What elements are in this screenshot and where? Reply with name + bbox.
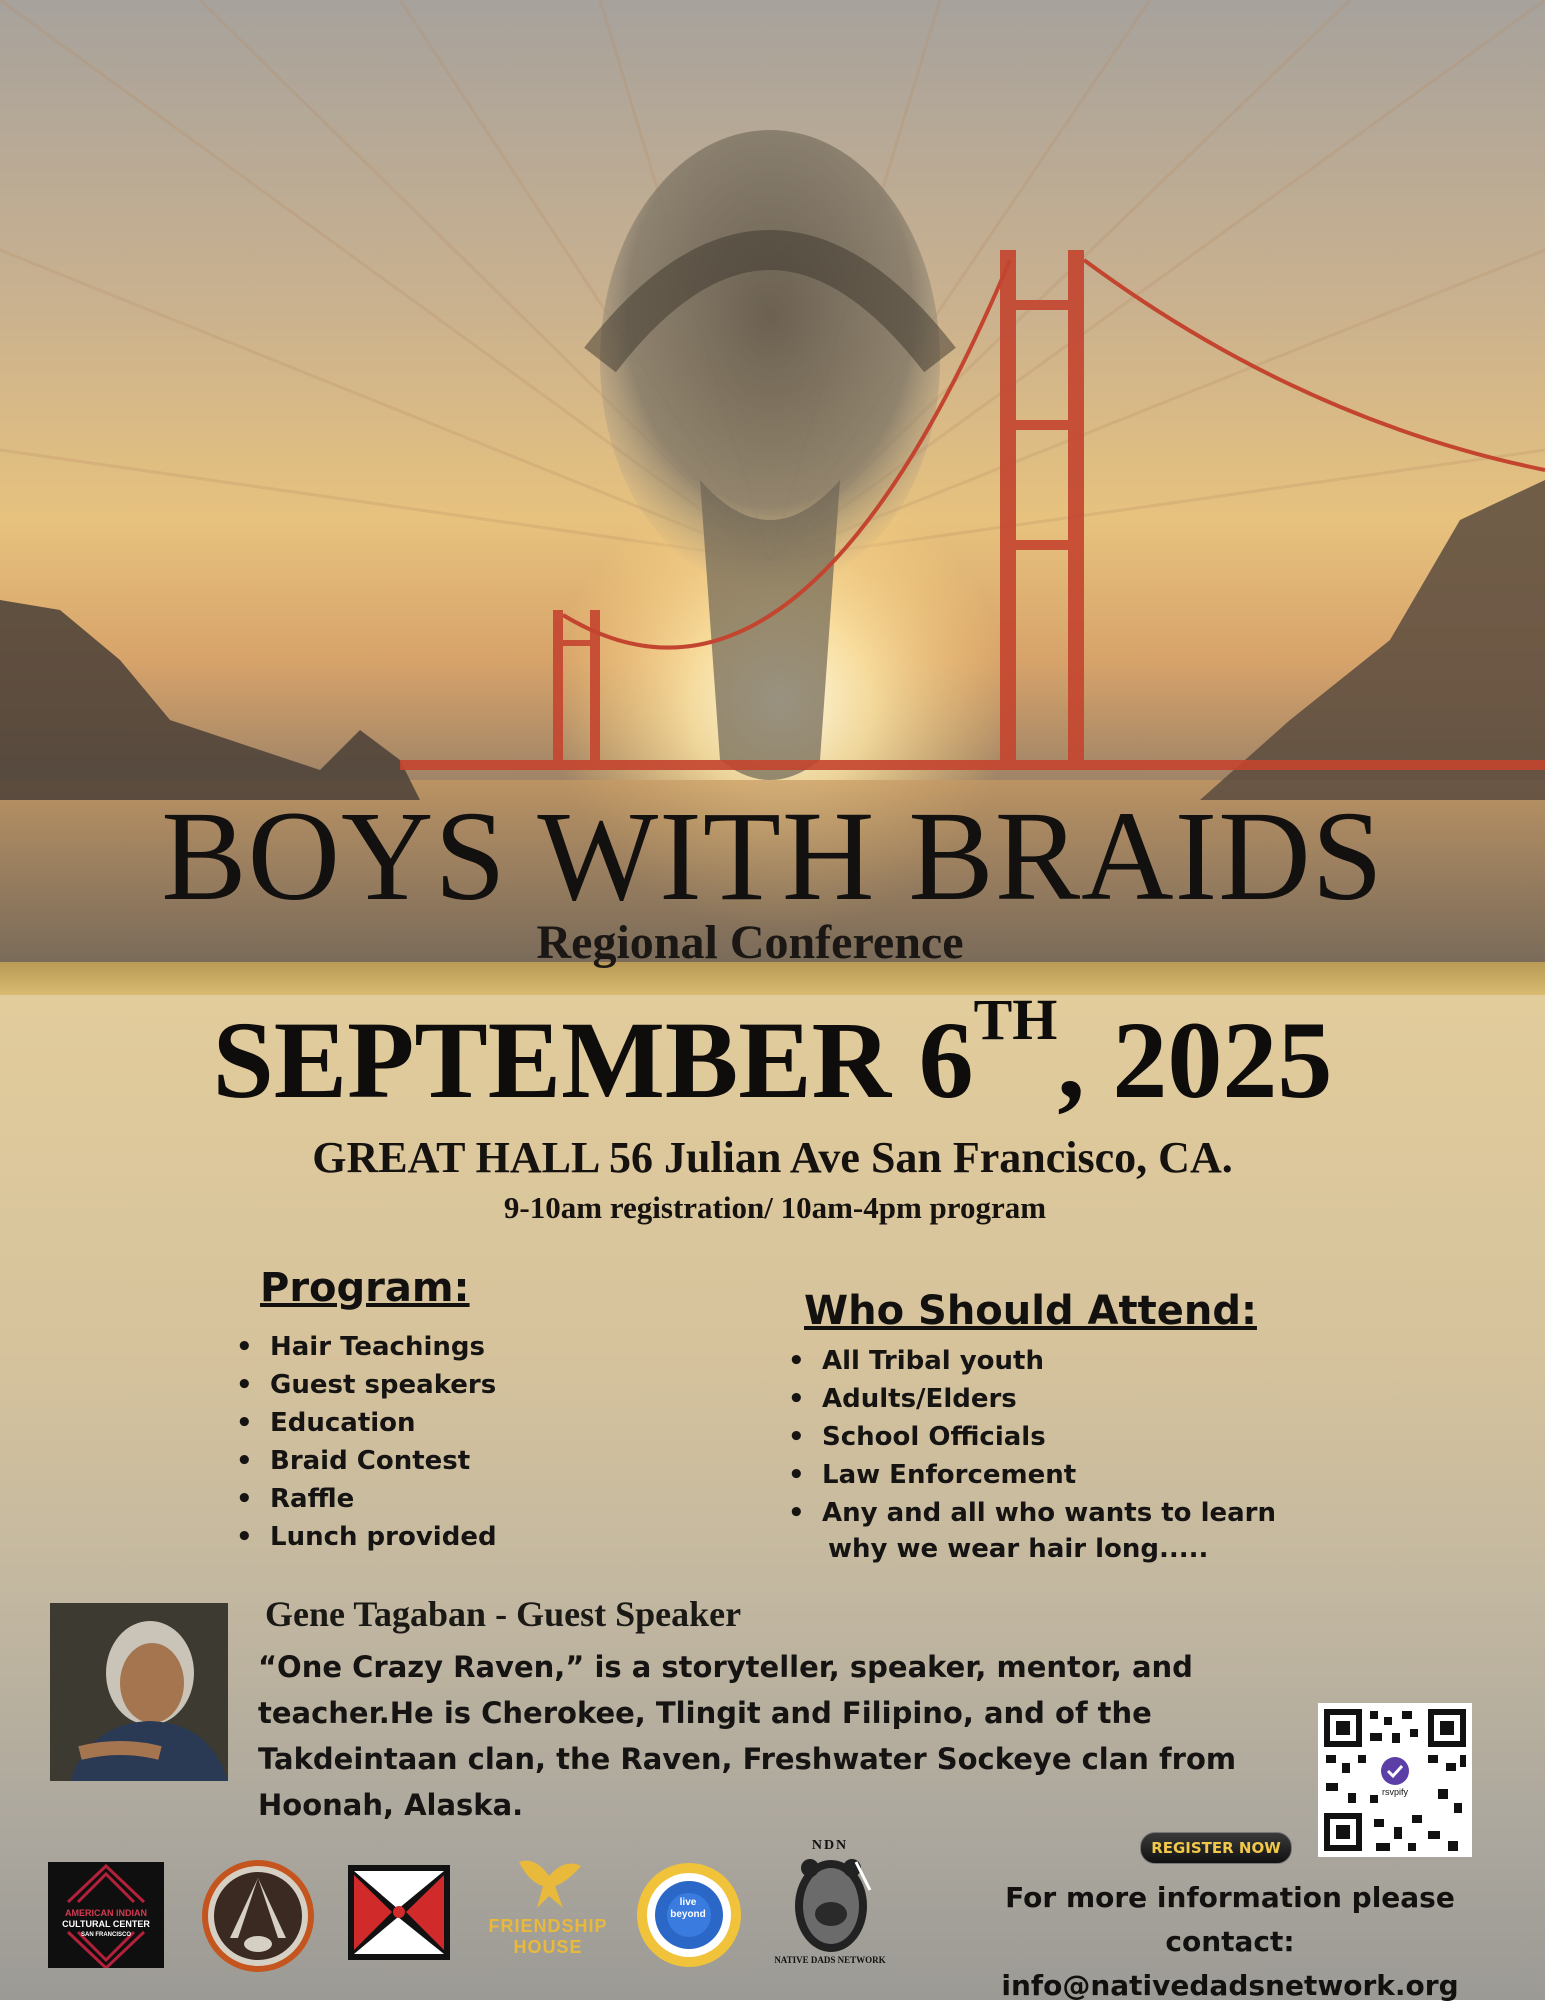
register-qr-code[interactable]: rsvpify bbox=[1318, 1703, 1472, 1857]
friendship-line2: HOUSE bbox=[513, 1937, 583, 1957]
list-item: Education bbox=[236, 1404, 497, 1442]
list-item: All Tribal youth bbox=[788, 1342, 1276, 1380]
aicc-line2: CULTURAL CENTER bbox=[62, 1919, 150, 1929]
list-item: Hair Teachings bbox=[236, 1328, 497, 1366]
list-item: Guest speakers bbox=[236, 1366, 497, 1404]
tipi-buffalo-logo bbox=[200, 1858, 316, 1974]
attend-continuation: why we wear hair long..... bbox=[828, 1534, 1209, 1564]
native-dads-network-bear-icon bbox=[790, 1856, 872, 1956]
list-item: Adults/Elders bbox=[788, 1380, 1276, 1418]
livebeyond-line2: beyond bbox=[670, 1909, 706, 1920]
four-directions-icon bbox=[348, 1865, 450, 1960]
list-item: Law Enforcement bbox=[788, 1456, 1276, 1494]
speaker-photo bbox=[50, 1603, 228, 1781]
attend-list: All Tribal youth Adults/Elders School Of… bbox=[788, 1342, 1276, 1532]
aicc-logo-text: AMERICAN INDIAN CULTURAL CENTER SAN FRAN… bbox=[48, 1908, 164, 1941]
american-indian-cultural-center-logo: AMERICAN INDIAN CULTURAL CENTER SAN FRAN… bbox=[48, 1862, 164, 1971]
four-directions-logo bbox=[348, 1865, 450, 1960]
date-main: SEPTEMBER 6 bbox=[212, 999, 974, 1121]
list-item: Raffle bbox=[236, 1480, 497, 1518]
livebeyond-line1: live bbox=[679, 1897, 697, 1908]
register-now-button[interactable]: REGISTER NOW bbox=[1140, 1832, 1292, 1864]
friendship-house-logo-text: FRIENDSHIP HOUSE bbox=[478, 1916, 618, 1958]
contact-label: For more information please contact: bbox=[1005, 1881, 1455, 1958]
list-item: Braid Contest bbox=[236, 1442, 497, 1480]
list-item: Any and all who wants to learn bbox=[788, 1494, 1276, 1532]
contact-email-link[interactable]: info@nativedadsnetwork.org bbox=[945, 1964, 1515, 2008]
event-hours: 9-10am registration/ 10am-4pm program bbox=[503, 1190, 1047, 1225]
bear-icon bbox=[795, 1859, 872, 1952]
qr-badge-label: rsvpify bbox=[1382, 1787, 1409, 1797]
event-venue: GREAT HALL 56 Julian Ave San Francisco, … bbox=[312, 1133, 1233, 1182]
date-suffix: TH bbox=[973, 987, 1058, 1052]
list-item: Lunch provided bbox=[236, 1518, 497, 1556]
event-date: SEPTEMBER 6TH, 2025 bbox=[0, 988, 1545, 1121]
eagle-icon bbox=[519, 1860, 581, 1908]
tipi-buffalo-icon bbox=[202, 1860, 314, 1972]
ndn-logo-bottom-text: NATIVE DADS NETWORK bbox=[774, 1955, 886, 1965]
live-beyond-logo-text: live beyond bbox=[668, 1897, 708, 1921]
program-list: Hair Teachings Guest speakers Education … bbox=[236, 1328, 497, 1556]
aicc-line1: AMERICAN INDIAN bbox=[65, 1908, 147, 1918]
contact-block: For more information please contact: inf… bbox=[945, 1876, 1515, 2008]
speaker-name: Gene Tagaban - Guest Speaker bbox=[265, 1594, 742, 1634]
speaker-portrait-illustration bbox=[50, 1603, 228, 1781]
attend-heading: Who Should Attend: bbox=[804, 1288, 1257, 1334]
qr-code-graphic: rsvpify bbox=[1318, 1703, 1472, 1857]
speaker-bio: “One Crazy Raven,” is a storyteller, spe… bbox=[258, 1650, 1237, 1822]
program-heading: Program: bbox=[260, 1265, 470, 1311]
event-subtitle: Regional Conference bbox=[536, 916, 964, 969]
friendship-line1: FRIENDSHIP bbox=[488, 1916, 608, 1936]
friendship-house-eagle-icon bbox=[515, 1852, 585, 1914]
aicc-line3: SAN FRANCISCO bbox=[80, 1932, 131, 1938]
list-item: School Officials bbox=[788, 1418, 1276, 1456]
date-year: , 2025 bbox=[1057, 999, 1333, 1121]
event-title: BOYS WITH BRAIDS bbox=[161, 785, 1384, 927]
ndn-logo-top-text: NDN bbox=[811, 1838, 849, 1853]
